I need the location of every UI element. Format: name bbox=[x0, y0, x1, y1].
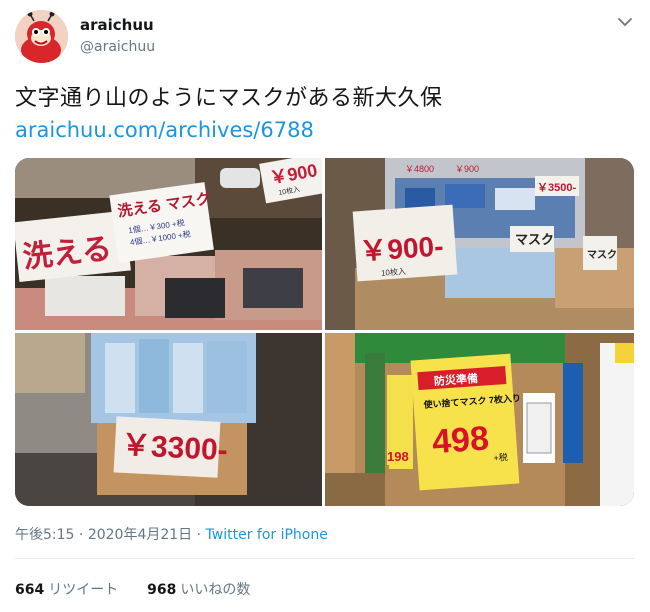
tax-label: +税 bbox=[493, 451, 508, 463]
mask-label-box: マスク bbox=[515, 232, 554, 247]
price-900-sign: ￥900- bbox=[358, 230, 444, 267]
like-label: いいねの数 bbox=[180, 582, 251, 598]
price-top-2: ￥900 bbox=[455, 164, 479, 174]
like-count: 968 bbox=[147, 582, 177, 598]
retweet-stat[interactable]: 664 リツイート bbox=[15, 582, 118, 598]
photo-bottom-left[interactable]: ￥3300- bbox=[15, 333, 322, 506]
like-stat[interactable]: 968 いいねの数 bbox=[147, 582, 250, 598]
price-498-sign: 498 bbox=[431, 419, 490, 461]
tweet-text: 文字通り山のようにマスクがある新大久保 bbox=[15, 86, 443, 111]
meta-separator: · bbox=[78, 527, 84, 543]
tweet-time[interactable]: 午後5:15 bbox=[15, 527, 74, 543]
price-top-1: ￥4800 bbox=[405, 164, 434, 174]
tweet-link[interactable]: araichuu.com/archives/6788 bbox=[15, 118, 314, 142]
photo-bottom-right[interactable]: 防災準備 使い捨てマスク 7枚入り 498 +税 198 bbox=[325, 333, 634, 506]
tweet-header: araichuu @araichuu bbox=[15, 10, 635, 66]
price-198-sign: 198 bbox=[387, 449, 409, 464]
chevron-down-icon[interactable] bbox=[615, 12, 635, 32]
media-grid: 洗える マスク 洗える マスク 1個…￥300 +税 4個…￥1000 +税 ￥… bbox=[15, 158, 634, 506]
avatar[interactable] bbox=[15, 10, 68, 63]
bee-mascot-icon bbox=[15, 10, 68, 63]
tweet-stats: 664 リツイート 968 いいねの数 bbox=[15, 579, 250, 599]
price-3500-sign: ￥3500- bbox=[537, 182, 576, 194]
tweet-source-link[interactable]: Twitter for iPhone bbox=[206, 527, 328, 543]
user-handle[interactable]: @araichuu bbox=[80, 39, 155, 55]
photo-top-left[interactable]: 洗える マスク 洗える マスク 1個…￥300 +税 4個…￥1000 +税 ￥… bbox=[15, 158, 322, 330]
mask-label-box-2: マスク bbox=[587, 249, 617, 261]
photo-top-right[interactable]: ￥900- 10枚入 マスク マスク ￥3500- ￥4800 ￥900 bbox=[325, 158, 634, 330]
divider-top bbox=[15, 558, 635, 559]
tweet-date[interactable]: 2020年4月21日 bbox=[88, 527, 192, 543]
meta-separator: · bbox=[196, 527, 202, 543]
pack-count: 10枚入 bbox=[381, 266, 407, 278]
retweet-label: リツイート bbox=[48, 582, 119, 598]
tweet-meta: 午後5:15 · 2020年4月21日 · Twitter for iPhone bbox=[15, 524, 328, 544]
display-name[interactable]: araichuu bbox=[80, 16, 154, 34]
retweet-count: 664 bbox=[15, 582, 45, 598]
price-3300-sign: ￥3300- bbox=[120, 429, 228, 468]
